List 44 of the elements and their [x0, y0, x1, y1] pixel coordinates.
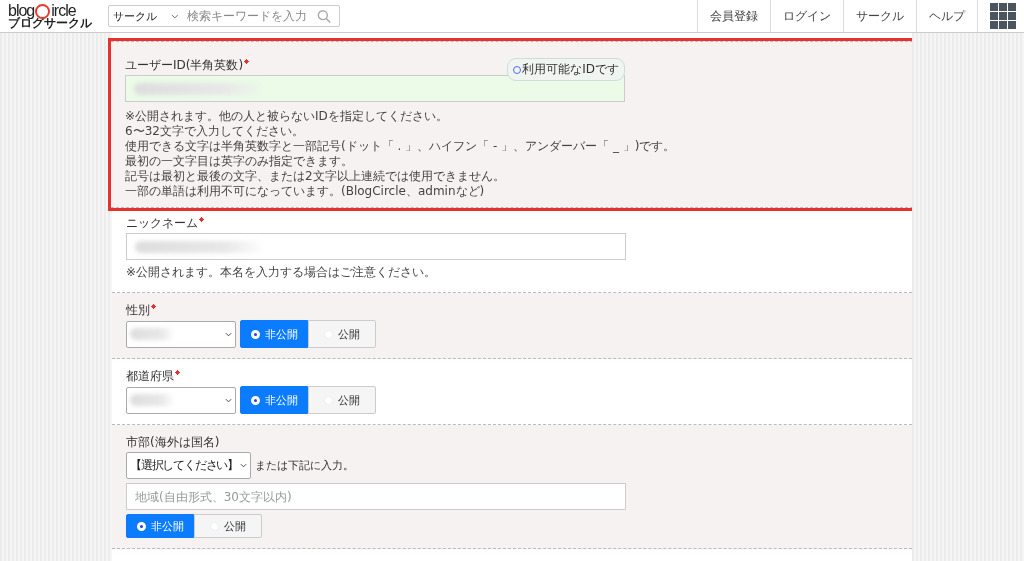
- chevron-down-icon: [171, 13, 179, 19]
- privacy-radio[interactable]: 非公開: [240, 320, 308, 348]
- nav-link[interactable]: 会員登録: [697, 0, 770, 32]
- logo-circle-icon: [35, 4, 51, 19]
- help-text: 一部の単語は利用不可になっています。(BlogCircle、adminなど): [125, 184, 486, 199]
- logo-text: ircle: [51, 2, 76, 19]
- search-icon[interactable]: [316, 8, 331, 24]
- chevron-down-icon: [225, 397, 232, 403]
- field-label: ユーザーID(半角英数): [125, 58, 244, 73]
- blurred-value: [130, 394, 175, 406]
- region-field[interactable]: 地域(自由形式、30文字以内): [126, 483, 626, 510]
- help-text: 使用できる文字は半角英数字と一部記号(ドット「 . 」、ハイフン「 - 」、アンダーバー「 _ 」)です。: [125, 139, 677, 154]
- help-text: 6〜32文字で入力してください。: [125, 124, 305, 139]
- field-label: ニックネーム: [126, 216, 198, 231]
- chevron-down-icon: [240, 463, 247, 468]
- select-field[interactable]: [126, 320, 236, 348]
- text-field[interactable]: [125, 75, 625, 102]
- hint-text: または下記に入力。: [255, 458, 354, 473]
- field-label: 市部(海外は国名): [126, 435, 220, 450]
- logo-text: blog: [8, 2, 35, 19]
- availability-text: 利用可能なIDです: [522, 61, 619, 78]
- help-text: ※公開されます。他の人と被らないIDを指定してください。: [125, 109, 449, 124]
- text-field[interactable]: [126, 233, 626, 260]
- help-text: ※公開されます。本名を入力する場合はご注意ください。: [126, 265, 438, 280]
- select-field[interactable]: [126, 386, 236, 414]
- logo[interactable]: blog ircle ブログサークル: [0, 0, 92, 32]
- privacy-radio[interactable]: 非公開: [126, 514, 194, 538]
- help-text: 記号は最初と最後の文字、または2文字以上連続では使用できません。: [125, 169, 506, 184]
- privacy-radio[interactable]: 公開: [194, 514, 262, 538]
- privacy-radio[interactable]: 公開: [308, 386, 376, 414]
- nav-link[interactable]: ヘルプ: [916, 0, 977, 32]
- help-text: 最初の一文字目は英字のみ指定できます。: [125, 154, 354, 169]
- privacy-radio[interactable]: 非公開: [240, 386, 308, 414]
- select-field[interactable]: 【選択してください】: [126, 452, 251, 479]
- nav-link[interactable]: サークル: [843, 0, 916, 32]
- search-field[interactable]: サークル 検索キーワードを入力: [108, 5, 340, 27]
- category-select[interactable]: サークル: [113, 8, 157, 24]
- field-label: 都道府県: [126, 369, 174, 384]
- chevron-down-icon: [225, 331, 232, 337]
- apps-grid-icon[interactable]: [990, 3, 1016, 29]
- nav-link[interactable]: ログイン: [770, 0, 843, 32]
- field-label: 性別: [126, 303, 150, 318]
- blurred-value: [130, 328, 175, 340]
- privacy-radio[interactable]: 公開: [308, 320, 376, 348]
